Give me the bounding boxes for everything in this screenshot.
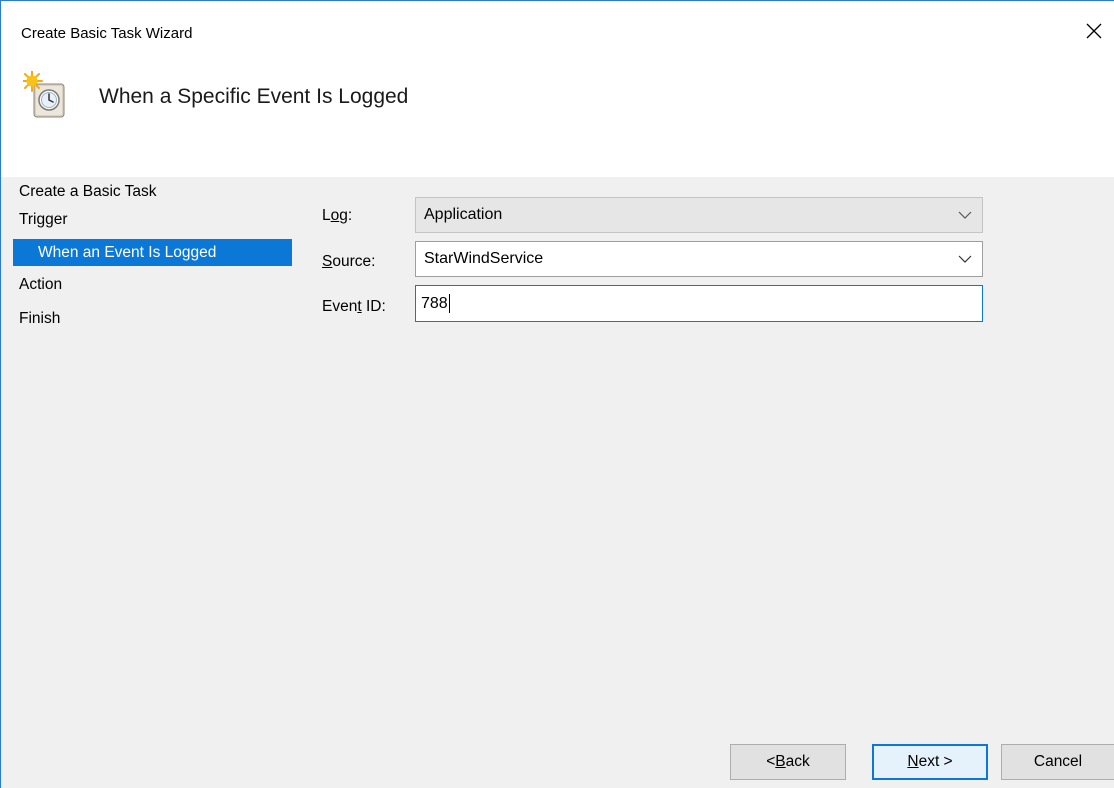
page-title: When a Specific Event Is Logged: [99, 85, 409, 108]
source-label-mnemonic: S: [322, 253, 333, 270]
next-button-text: ext >: [918, 753, 953, 770]
step-action[interactable]: Action: [13, 268, 293, 302]
step-trigger[interactable]: Trigger: [13, 203, 293, 237]
window-title: Create Basic Task Wizard: [21, 25, 193, 42]
log-dropdown-value: Application: [424, 206, 503, 223]
log-label-text-b: g:: [339, 207, 353, 224]
step-when-event-logged[interactable]: When an Event Is Logged: [13, 239, 292, 266]
source-combobox-value: StarWindService: [424, 250, 544, 267]
event-id-value: 788: [421, 294, 448, 312]
back-button-text-b: ack: [785, 753, 810, 770]
task-scheduler-clock-icon: [23, 71, 65, 118]
source-label-text: ource:: [332, 253, 376, 270]
log-label-mnemonic: o: [330, 207, 340, 224]
log-label-text-a: L: [322, 207, 331, 224]
back-button[interactable]: < Back: [730, 744, 846, 780]
log-label: Log:: [322, 207, 352, 225]
next-button[interactable]: Next >: [872, 744, 988, 780]
next-button-mnemonic: N: [907, 753, 919, 770]
event-id-label: Event ID:: [322, 298, 386, 316]
cancel-button[interactable]: Cancel: [1001, 744, 1114, 780]
event-id-label-text-a: Even: [322, 298, 358, 315]
step-create-basic-task[interactable]: Create a Basic Task: [13, 181, 293, 203]
close-icon: [1086, 23, 1102, 39]
step-finish[interactable]: Finish: [13, 302, 293, 336]
text-caret: [448, 294, 450, 313]
chevron-down-icon: [958, 211, 972, 219]
back-button-mnemonic: B: [775, 753, 786, 770]
log-dropdown[interactable]: Application: [415, 197, 983, 233]
source-label: Source:: [322, 253, 375, 271]
source-combobox[interactable]: StarWindService: [415, 241, 983, 277]
back-button-text-a: <: [766, 753, 776, 770]
event-id-label-text-b: ID:: [361, 298, 386, 315]
wizard-header: When a Specific Event Is Logged: [1, 65, 1114, 177]
event-id-input[interactable]: 788: [415, 285, 983, 322]
close-button[interactable]: [1074, 11, 1114, 51]
chevron-down-icon[interactable]: [958, 254, 972, 264]
wizard-steps-sidebar: Create a Basic Task Trigger When an Even…: [13, 181, 293, 336]
wizard-window: Create Basic Task Wizard When a Specific…: [0, 0, 1114, 788]
title-bar: Create Basic Task Wizard: [1, 1, 1114, 65]
